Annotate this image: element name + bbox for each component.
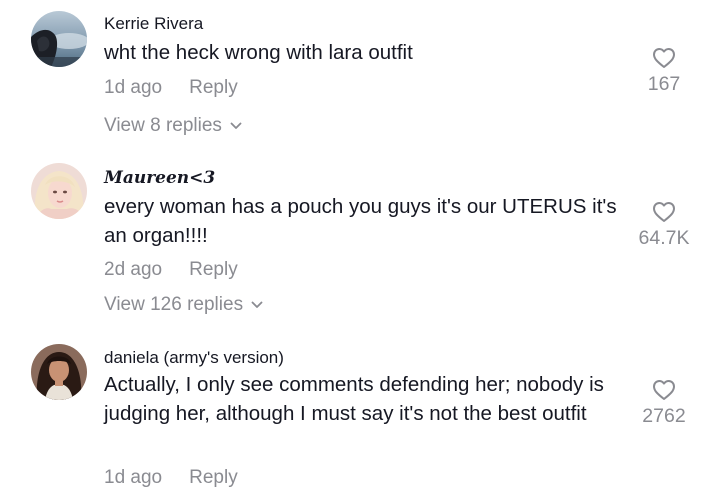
like-count: 2762	[642, 405, 686, 427]
avatar[interactable]	[31, 163, 87, 219]
chevron-down-icon	[251, 301, 263, 308]
reply-button[interactable]: Reply	[189, 77, 238, 98]
like-button[interactable]: 2762	[624, 379, 704, 428]
view-replies-button[interactable]: View 8 replies	[104, 115, 242, 137]
view-replies-label: View 126 replies	[104, 294, 244, 315]
comment-text: wht the heck wrong with lara outfit	[104, 41, 413, 64]
comment-text: every woman has a pouch you guys it's ou…	[104, 195, 617, 247]
like-button[interactable]: 64.7K	[624, 201, 704, 250]
comment-timestamp: 2d ago	[104, 259, 163, 280]
reply-button[interactable]: Reply	[189, 467, 238, 488]
like-button[interactable]: 167	[624, 47, 704, 96]
comment-text: Actually, I only see comments defending …	[104, 373, 604, 425]
avatar[interactable]	[31, 11, 87, 67]
comment-username[interactable]: daniela (army's version)	[104, 348, 284, 368]
comment-username[interactable]: Maureen<3	[104, 168, 215, 188]
heart-outline-icon	[653, 202, 675, 222]
avatar[interactable]	[31, 344, 87, 400]
heart-outline-icon	[653, 380, 675, 400]
comment-username[interactable]: Kerrie Rivera	[104, 14, 203, 34]
heart-outline-icon	[653, 48, 675, 68]
comment-meta: 1d ago Reply	[104, 77, 238, 99]
like-count: 64.7K	[638, 227, 690, 249]
comment-timestamp: 1d ago	[104, 467, 163, 488]
chevron-down-icon	[230, 122, 242, 129]
reply-button[interactable]: Reply	[189, 259, 238, 280]
comment-timestamp: 1d ago	[104, 77, 163, 98]
view-replies-label: View 8 replies	[104, 115, 222, 136]
view-replies-button[interactable]: View 126 replies	[104, 294, 263, 316]
comment-meta: 1d ago Reply	[104, 467, 238, 489]
like-count: 167	[647, 73, 681, 95]
comment-meta: 2d ago Reply	[104, 259, 238, 281]
